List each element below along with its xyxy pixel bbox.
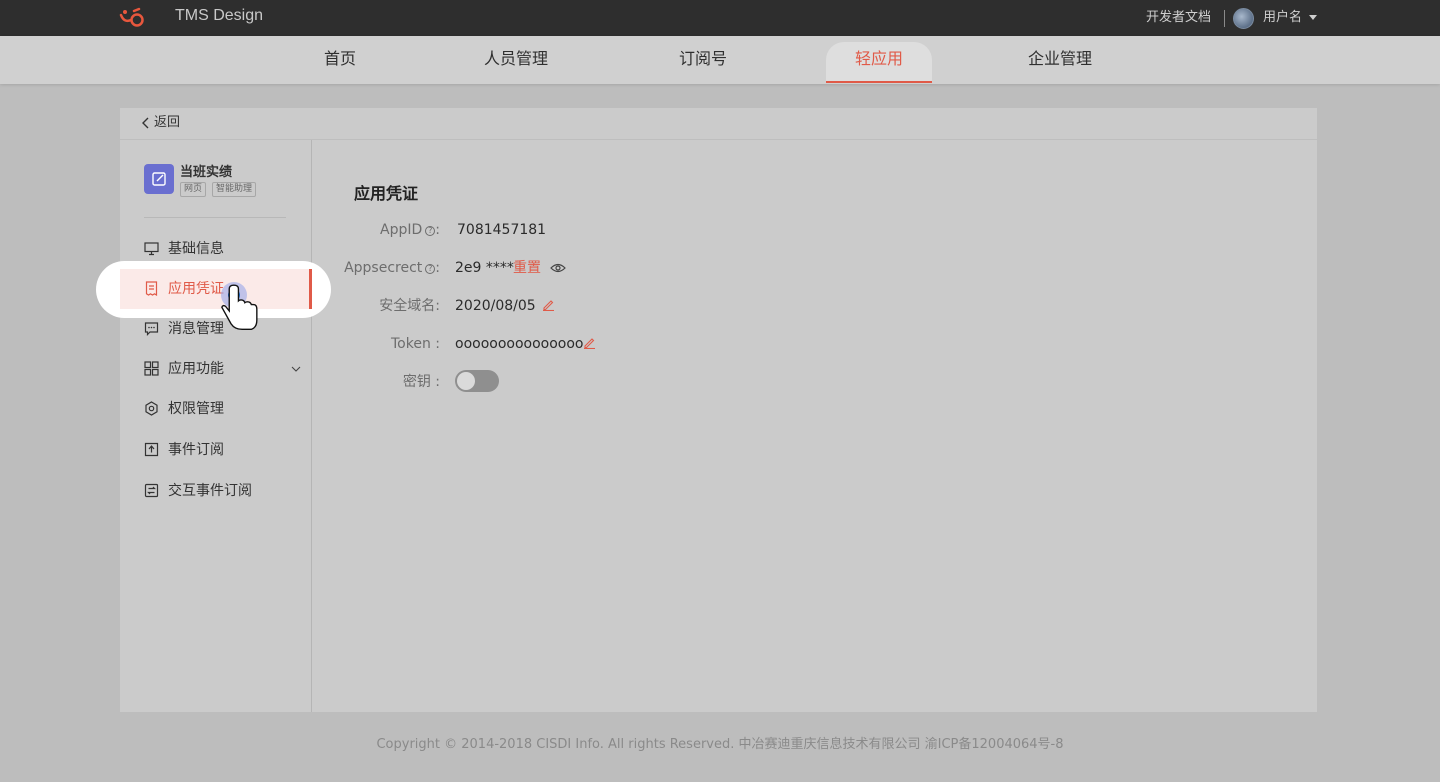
top-bar: TMS Design 开发者文档 用户名 bbox=[0, 0, 1440, 36]
app-tag: 智能助理 bbox=[212, 182, 257, 197]
brand-logo-icon[interactable] bbox=[118, 6, 146, 30]
sidebar-item-label: 交互事件订阅 bbox=[168, 483, 252, 499]
token-value: ooooooooooooooo bbox=[455, 336, 584, 352]
chevron-down-icon[interactable] bbox=[1309, 15, 1317, 20]
nav-item-enterprise[interactable]: 企业管理 bbox=[1020, 36, 1100, 82]
avatar[interactable] bbox=[1233, 8, 1254, 29]
bookmark-icon bbox=[144, 442, 159, 457]
nav-item-home[interactable]: 首页 bbox=[300, 36, 380, 82]
appid-value: 7081457181 bbox=[457, 222, 547, 238]
sidebar-item-event-subscription[interactable]: 事件订阅 bbox=[120, 430, 312, 470]
footer-copyright: Copyright © 2014-2018 CISDI Info. All ri… bbox=[376, 737, 1064, 752]
nav-item-light-app[interactable]: 轻应用 bbox=[826, 42, 932, 82]
chevron-left-icon[interactable] bbox=[140, 116, 152, 130]
sidebar-item-label: 应用功能 bbox=[168, 361, 224, 377]
domain-value: 2020/08/05 bbox=[455, 298, 536, 314]
app-name: 当班实绩 bbox=[180, 165, 233, 180]
sidebar-item-label: 权限管理 bbox=[168, 401, 224, 417]
sidebar-item-interaction-subscription[interactable]: 交互事件订阅 bbox=[120, 471, 312, 511]
hand-cursor-icon bbox=[221, 282, 258, 331]
domain-label: 安全域名: bbox=[379, 298, 440, 314]
appsecret-label: Appsecrect?: bbox=[344, 260, 440, 276]
back-bar bbox=[120, 108, 1317, 140]
nav-item-people[interactable]: 人员管理 bbox=[476, 36, 556, 82]
appsecret-value: 2e9 **** bbox=[455, 260, 514, 276]
help-icon[interactable]: ? bbox=[425, 264, 436, 274]
message-icon bbox=[144, 322, 159, 336]
brand-name: TMS Design bbox=[175, 7, 264, 24]
sidebar-item-label: 事件订阅 bbox=[168, 442, 224, 458]
app-tag: 网页 bbox=[180, 182, 207, 197]
nav-active-indicator bbox=[826, 81, 932, 83]
key-toggle[interactable] bbox=[455, 370, 499, 392]
username[interactable]: 用户名 bbox=[1263, 0, 1302, 36]
chevron-down-icon[interactable] bbox=[291, 364, 301, 374]
edit-doc-icon bbox=[152, 172, 166, 186]
reset-secret-button[interactable]: 重置 bbox=[513, 258, 541, 278]
sidebar-divider bbox=[144, 217, 286, 218]
eye-icon[interactable] bbox=[550, 262, 566, 274]
back-link[interactable]: 返回 bbox=[154, 108, 180, 138]
edit-icon[interactable] bbox=[542, 298, 555, 311]
sidebar-item-permissions[interactable]: 权限管理 bbox=[120, 389, 312, 429]
main-nav: 首页 人员管理 订阅号 轻应用 企业管理 bbox=[0, 36, 1440, 84]
help-icon[interactable]: ? bbox=[425, 226, 436, 236]
appid-label: AppID?: bbox=[380, 222, 440, 238]
nav-item-subscription[interactable]: 订阅号 bbox=[663, 36, 743, 82]
key-label: 密钥 : bbox=[402, 374, 440, 390]
receipt-icon bbox=[145, 281, 158, 296]
developer-docs-link[interactable]: 开发者文档 bbox=[1146, 0, 1211, 36]
app-icon bbox=[144, 164, 174, 194]
interaction-icon bbox=[144, 483, 159, 498]
monitor-icon bbox=[144, 242, 159, 256]
edit-icon[interactable] bbox=[583, 336, 596, 349]
toggle-knob bbox=[457, 372, 475, 390]
token-label: Token : bbox=[391, 336, 440, 352]
settings-icon bbox=[145, 401, 158, 416]
sidebar-item-app-features[interactable]: 应用功能 bbox=[120, 349, 312, 389]
grid-icon bbox=[144, 361, 159, 376]
header-divider bbox=[1224, 10, 1225, 27]
section-title: 应用凭证 bbox=[354, 184, 419, 203]
